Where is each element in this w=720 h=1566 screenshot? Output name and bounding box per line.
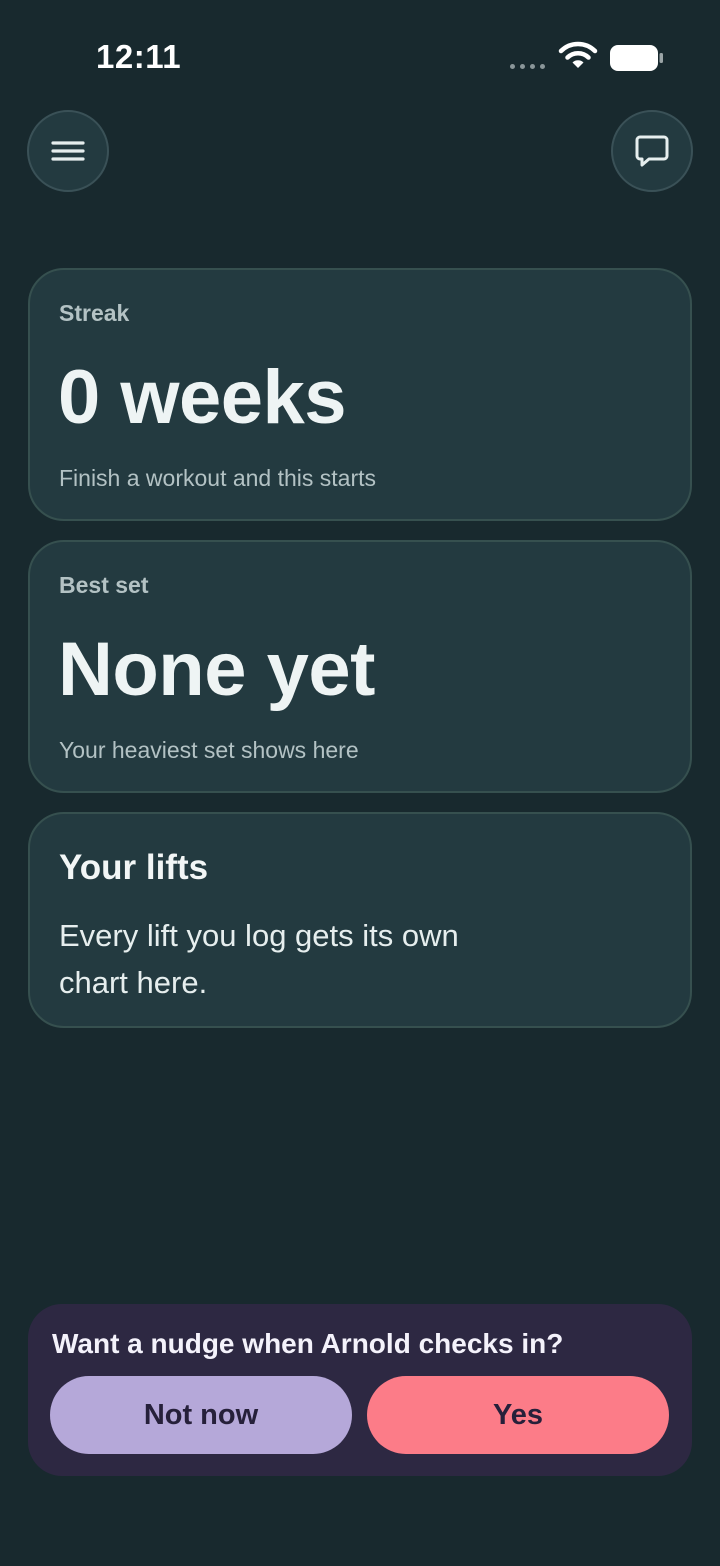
lifts-title: Your lifts: [59, 848, 209, 887]
chat-button[interactable]: [611, 110, 693, 192]
streak-label: Streak: [59, 300, 130, 326]
status-bar: 12:11: [0, 0, 720, 110]
wifi-icon: [558, 41, 598, 68]
menu-button[interactable]: [27, 110, 109, 192]
best-set-hint: Your heaviest set shows here: [59, 737, 359, 763]
lifts-card: Your lifts Every lift you log gets its o…: [28, 812, 692, 1028]
best-set-card: Best set None yet Your heaviest set show…: [28, 540, 692, 793]
chat-bubble-icon: [635, 135, 669, 167]
streak-card: Streak 0 weeks Finish a workout and this…: [28, 268, 692, 521]
best-set-value: None yet: [58, 627, 375, 712]
lifts-description: Every lift you log gets its own chart he…: [59, 918, 459, 1000]
nudge-prompt: Want a nudge when Arnold checks in?: [52, 1328, 564, 1359]
notification-nudge-banner: Want a nudge when Arnold checks in? Not …: [28, 1304, 692, 1476]
battery-icon: [610, 45, 663, 71]
streak-hint: Finish a workout and this starts: [59, 465, 377, 491]
best-set-label: Best set: [59, 572, 149, 598]
yes-button[interactable]: Yes: [367, 1376, 669, 1454]
status-time: 12:11: [96, 38, 182, 75]
streak-value: 0 weeks: [58, 355, 347, 440]
cellular-signal-icon: [510, 64, 545, 69]
hamburger-menu-icon: [51, 141, 85, 161]
not-now-button[interactable]: Not now: [50, 1376, 352, 1454]
progress-screen: 12:11 Streak 0 weeks Finish a workout an…: [0, 0, 720, 1566]
